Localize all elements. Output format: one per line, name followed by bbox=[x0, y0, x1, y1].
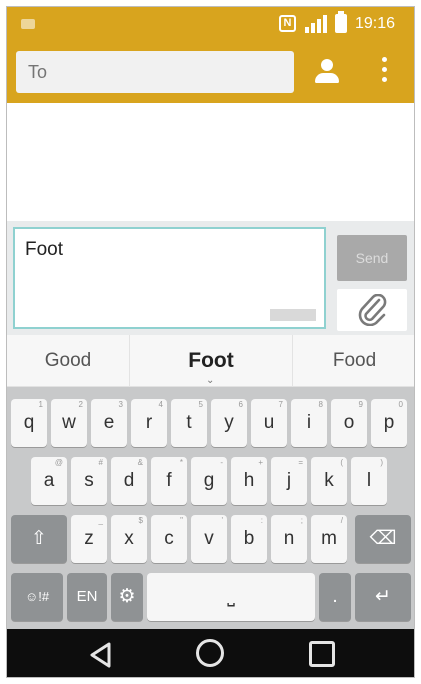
key-e[interactable]: e3 bbox=[91, 399, 127, 447]
signal-icon bbox=[305, 15, 327, 33]
home-icon[interactable] bbox=[196, 639, 224, 667]
send-button[interactable]: Send bbox=[337, 235, 407, 281]
paperclip-icon bbox=[358, 294, 387, 326]
shift-key[interactable]: ⇧ bbox=[11, 515, 67, 563]
key-v[interactable]: v ' bbox=[191, 515, 227, 563]
message-input[interactable]: Foot bbox=[13, 227, 326, 329]
nfc-icon: N bbox=[279, 15, 296, 32]
key-w[interactable]: w2 bbox=[51, 399, 87, 447]
recent-apps-icon[interactable] bbox=[309, 641, 335, 667]
to-field[interactable] bbox=[16, 51, 294, 93]
key-h[interactable]: h + bbox=[231, 457, 267, 505]
backspace-icon: ⌫ bbox=[369, 528, 397, 549]
key-j[interactable]: j = bbox=[271, 457, 307, 505]
key-f[interactable]: f * bbox=[151, 457, 187, 505]
gear-icon: ⚙ bbox=[118, 586, 136, 607]
enter-key[interactable]: ↵ bbox=[355, 573, 411, 621]
key-g[interactable]: g- bbox=[191, 457, 227, 505]
key-n[interactable]: n; bbox=[271, 515, 307, 563]
chevron-down-icon[interactable]: ⌄ bbox=[206, 375, 214, 386]
compose-bar: Foot Send bbox=[7, 221, 414, 335]
key-t[interactable]: t5 bbox=[171, 399, 207, 447]
key-o[interactable]: o9 bbox=[331, 399, 367, 447]
character-counter bbox=[270, 309, 316, 321]
contact-icon[interactable] bbox=[314, 59, 340, 85]
clock: 19:16 bbox=[355, 15, 396, 32]
shift-icon: ⇧ bbox=[31, 528, 47, 549]
battery-icon bbox=[335, 11, 347, 33]
key-a[interactable]: a @ bbox=[31, 457, 67, 505]
recipient-header bbox=[7, 41, 414, 103]
key-r[interactable]: r4 bbox=[131, 399, 167, 447]
space-key[interactable]: ⎵ bbox=[147, 573, 315, 621]
space-bar-icon: ⎵ bbox=[227, 586, 235, 607]
key-z[interactable]: z _ bbox=[71, 515, 107, 563]
phone-screen: N 19:16 Foot Send bbox=[6, 6, 415, 678]
suggestion-left[interactable]: Good bbox=[7, 335, 129, 387]
key-y[interactable]: y6 bbox=[211, 399, 247, 447]
navigation-bar bbox=[7, 629, 414, 677]
message-text: Foot bbox=[25, 239, 64, 260]
backspace-key[interactable]: ⌫ bbox=[355, 515, 411, 563]
suggestion-right[interactable]: Food bbox=[293, 335, 414, 387]
conversation-area bbox=[7, 103, 414, 221]
key-d[interactable]: d & bbox=[111, 457, 147, 505]
key-b[interactable]: b: bbox=[231, 515, 267, 563]
suggestion-strip: Good Foot Food ⌄ bbox=[7, 335, 414, 387]
status-bar: N 19:16 bbox=[7, 7, 414, 41]
key-k[interactable]: k( bbox=[311, 457, 347, 505]
language-key[interactable]: EN bbox=[67, 573, 107, 621]
key-i[interactable]: i8 bbox=[291, 399, 327, 447]
symbols-key[interactable]: ☺!# bbox=[11, 573, 63, 621]
key-q[interactable]: q1 bbox=[11, 399, 47, 447]
key-u[interactable]: u7 bbox=[251, 399, 287, 447]
key-p[interactable]: p0 bbox=[371, 399, 407, 447]
message-notification-icon bbox=[21, 19, 35, 29]
keyboard: q1 w2 e3 r4 t5 y6 u7 i8 o9 p0 a @ s # d & f… bbox=[7, 387, 414, 629]
attach-button[interactable] bbox=[337, 289, 407, 331]
period-key[interactable]: . bbox=[319, 573, 351, 621]
key-m[interactable]: m / bbox=[311, 515, 347, 563]
overflow-menu-icon[interactable] bbox=[380, 57, 388, 87]
enter-icon: ↵ bbox=[375, 586, 391, 607]
key-l[interactable]: l) bbox=[351, 457, 387, 505]
back-icon[interactable] bbox=[87, 641, 115, 669]
key-s[interactable]: s # bbox=[71, 457, 107, 505]
settings-key[interactable]: ⚙ bbox=[111, 573, 143, 621]
key-x[interactable]: x $ bbox=[111, 515, 147, 563]
key-c[interactable]: c " bbox=[151, 515, 187, 563]
